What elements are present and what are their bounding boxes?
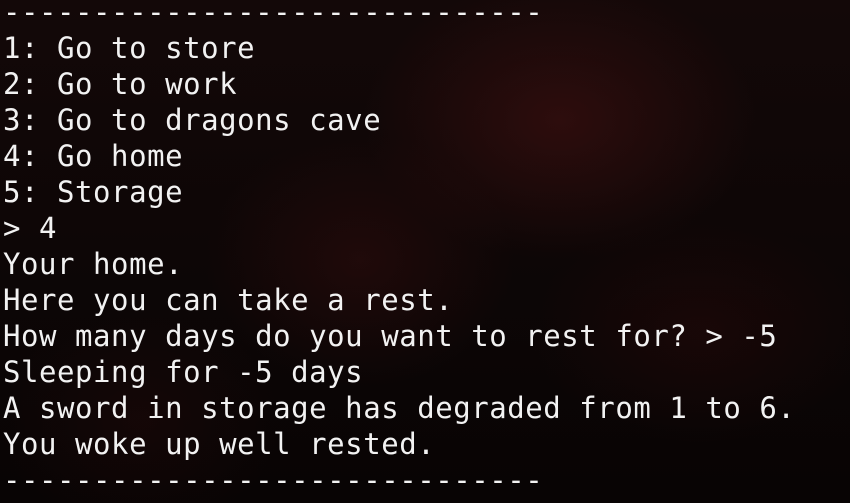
terminal-window[interactable]: ------------------------------ 1: Go to …: [0, 0, 850, 503]
menu-option-home: 4: Go home: [3, 139, 184, 173]
terminal-output: ------------------------------ 1: Go to …: [3, 0, 795, 498]
menu-option-store: 1: Go to store: [3, 31, 256, 65]
sleeping-message: Sleeping for -5 days: [3, 355, 364, 389]
location-description: Here you can take a rest.: [3, 283, 454, 317]
menu-option-storage: 5: Storage: [3, 175, 184, 209]
rest-days-prompt: How many days do you want to rest for? >…: [3, 319, 778, 353]
user-input-echo: > 4: [3, 211, 58, 245]
wake-message: You woke up well rested.: [3, 427, 436, 461]
menu-option-dragons-cave: 3: Go to dragons cave: [3, 103, 382, 137]
degrade-message: A sword in storage has degraded from 1 t…: [3, 391, 796, 425]
separator-line-top: ------------------------------: [3, 0, 544, 29]
location-heading: Your home.: [3, 247, 184, 281]
separator-line-bottom: ------------------------------: [3, 463, 544, 497]
menu-option-work: 2: Go to work: [3, 67, 238, 101]
